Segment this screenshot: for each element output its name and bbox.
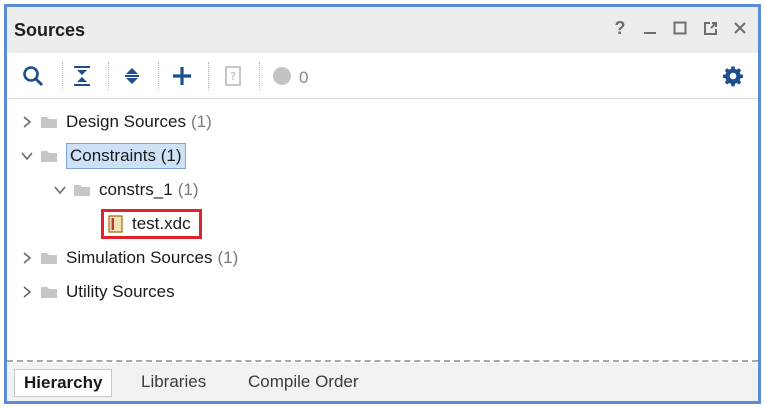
chevron-right-icon[interactable] <box>20 285 34 299</box>
tab-hierarchy[interactable]: Hierarchy <box>14 369 113 397</box>
expand-all-icon[interactable] <box>120 64 144 88</box>
tree-item-test-xdc[interactable]: test.xdc <box>101 207 202 241</box>
folder-icon <box>40 149 58 163</box>
gear-icon[interactable] <box>721 64 745 88</box>
minimize-icon[interactable] <box>642 19 658 37</box>
tree-item-count: (1) <box>177 180 199 199</box>
tree-item-simulation-sources[interactable]: Simulation Sources (1) <box>20 241 238 275</box>
chevron-right-icon[interactable] <box>20 251 34 265</box>
status-count: 0 <box>299 68 309 87</box>
file-properties-icon[interactable]: ? <box>221 64 245 88</box>
tree-item-constraints[interactable]: Constraints (1) <box>20 139 186 173</box>
panel-title: Sources <box>14 20 86 40</box>
toolbar-separator <box>158 62 159 90</box>
tree-item-label: constrs_1 <box>99 180 173 199</box>
folder-icon <box>40 285 58 299</box>
tree-item-count: (1) <box>217 248 239 267</box>
search-icon[interactable] <box>21 64 45 88</box>
svg-text:?: ? <box>230 70 236 83</box>
tree-item-label: Simulation Sources <box>66 248 213 267</box>
tab-libraries[interactable]: Libraries <box>132 369 215 397</box>
tree-item-label: Utility Sources <box>66 282 175 301</box>
toolbar: ? 0 <box>7 53 758 99</box>
tab-compile-order[interactable]: Compile Order <box>239 369 368 397</box>
help-icon[interactable]: ? <box>612 18 628 38</box>
toolbar-separator <box>259 62 260 90</box>
status-dot-icon <box>270 64 294 88</box>
tree-item-count: (1) <box>160 146 182 165</box>
window-controls: ? <box>612 18 748 38</box>
close-icon[interactable] <box>732 19 748 37</box>
tree-item-label: Constraints <box>70 146 156 165</box>
folder-icon <box>40 251 58 265</box>
panel-divider <box>7 360 758 362</box>
add-icon[interactable] <box>170 64 194 88</box>
sources-tree: Design Sources (1) Constraints (1) const… <box>7 101 758 351</box>
maximize-icon[interactable] <box>672 19 688 37</box>
collapse-all-icon[interactable] <box>70 64 94 88</box>
tree-item-constrs-1[interactable]: constrs_1 (1) <box>53 173 198 207</box>
chevron-down-icon[interactable] <box>53 183 67 197</box>
toolbar-separator <box>108 62 109 90</box>
tree-item-utility-sources[interactable]: Utility Sources <box>20 275 175 309</box>
float-icon[interactable] <box>702 19 718 37</box>
folder-icon <box>40 115 58 129</box>
xdc-file-icon <box>108 215 124 233</box>
highlight-box: test.xdc <box>101 209 202 239</box>
panel-titlebar: Sources ? <box>7 7 758 53</box>
sources-panel: Sources ? ? 0 Design Sources (1) Constra… <box>4 4 761 404</box>
tree-item-label: test.xdc <box>132 214 191 233</box>
chevron-right-icon[interactable] <box>20 115 34 129</box>
tree-item-count: (1) <box>191 112 212 131</box>
tree-item-label: Design Sources <box>66 112 187 131</box>
toolbar-separator <box>62 62 63 90</box>
toolbar-separator <box>208 62 209 90</box>
folder-icon <box>73 183 91 197</box>
tree-item-design-sources[interactable]: Design Sources (1) <box>20 105 212 139</box>
selected-item: Constraints (1) <box>66 143 186 169</box>
chevron-down-icon[interactable] <box>20 149 34 163</box>
tab-bar: Hierarchy Libraries Compile Order <box>7 363 758 401</box>
